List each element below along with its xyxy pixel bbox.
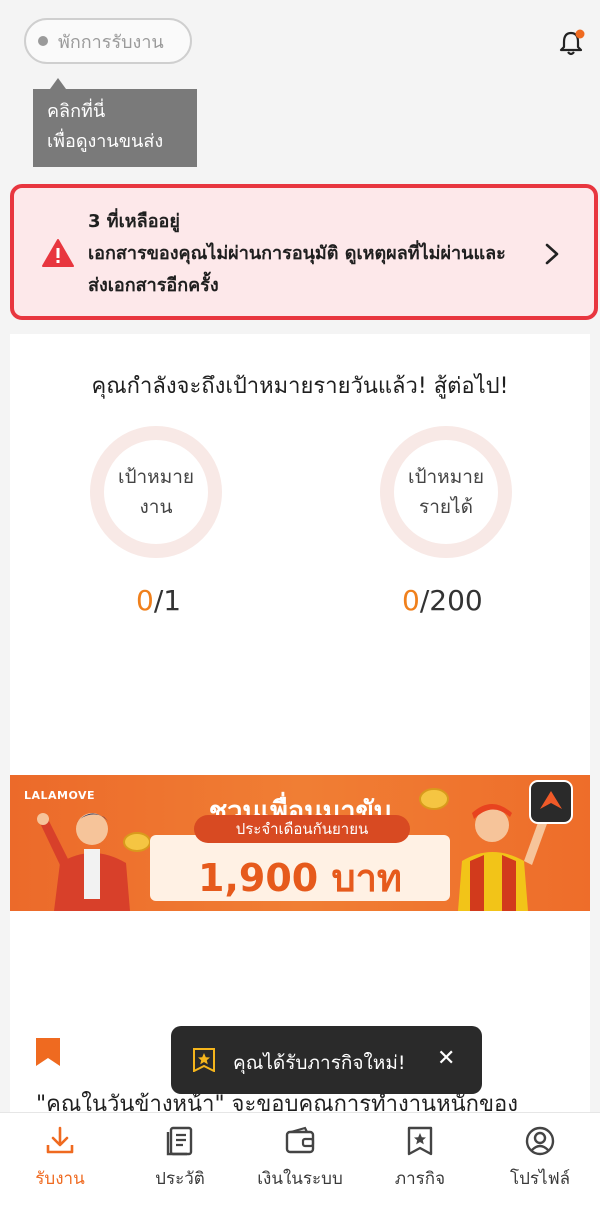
daily-goal-card: คุณกำลังจะถึงเป้าหมายรายวันแล้ว! สู้ต่อไ… xyxy=(10,334,590,1114)
income-goal-value: 0/200 xyxy=(402,584,483,617)
income-goal-current: 0 xyxy=(402,584,420,617)
availability-toggle[interactable]: พักการรับงาน xyxy=(24,18,192,64)
bottom-tab-bar: รับงาน ประวัติ เงินในระบบ ภารกิจ โปรไฟล์ xyxy=(0,1112,600,1205)
wallet-icon xyxy=(285,1126,315,1154)
tab-receive-jobs[interactable]: รับงาน xyxy=(0,1113,120,1205)
alert-body: เอกสารของคุณไม่ผ่านการอนุมัติ ดูเหตุผลที… xyxy=(88,243,506,296)
tooltip[interactable]: คลิกที่นี่ เพื่อดูงานขนส่ง xyxy=(33,89,197,167)
job-goal-ring: เป้าหมาย งาน xyxy=(90,426,222,558)
download-icon xyxy=(46,1126,74,1154)
job-goal-label-2: งาน xyxy=(139,496,173,518)
banner-subtitle: ประจำเดือนกันยายน xyxy=(194,815,410,843)
new-mission-toast[interactable]: คุณได้รับภารกิจใหม่! ✕ xyxy=(171,1026,482,1094)
tab-label: โปรไฟล์ xyxy=(509,1169,571,1189)
income-goal-ring: เป้าหมาย รายได้ xyxy=(380,426,512,558)
banner-amount: 1,900 บาท xyxy=(198,856,402,900)
income-goal-label-1: เป้าหมาย xyxy=(407,466,485,488)
referral-banner[interactable]: LALAMOVE ชวนเพื่อนมาขับ 1,900 บาท ประจำเ… xyxy=(10,775,590,911)
coin-icon xyxy=(123,832,151,852)
income-goal-label-2: รายได้ xyxy=(419,496,473,518)
job-goal-current: 0 xyxy=(136,584,154,617)
tooltip-line-1: คลิกที่นี่ xyxy=(47,101,106,122)
bookmark-icon xyxy=(36,1038,60,1066)
tooltip-line-2: เพื่อดูงานขนส่ง xyxy=(47,131,164,152)
alert-title: 3 ที่เหลืออยู่ xyxy=(88,211,180,232)
job-goal-value: 0/1 xyxy=(136,584,181,617)
tab-label: ประวัติ xyxy=(155,1169,205,1189)
bell-icon[interactable] xyxy=(556,28,586,58)
tab-wallet[interactable]: เงินในระบบ xyxy=(240,1113,360,1205)
tab-label: รับงาน xyxy=(35,1169,85,1189)
warning-icon xyxy=(42,239,74,267)
job-goal-label-1: เป้าหมาย xyxy=(117,466,195,488)
tab-label: เงินในระบบ xyxy=(257,1169,343,1189)
close-icon[interactable]: ✕ xyxy=(437,1046,455,1071)
toast-message: คุณได้รับภารกิจใหม่! xyxy=(233,1052,406,1074)
mission-icon xyxy=(407,1126,433,1156)
availability-label: พักการรับงาน xyxy=(58,31,164,53)
tab-label: ภารกิจ xyxy=(394,1169,446,1189)
job-goal-target: /1 xyxy=(153,584,182,617)
tab-profile[interactable]: โปรไฟล์ xyxy=(480,1113,600,1205)
tab-missions[interactable]: ภารกิจ xyxy=(360,1113,480,1205)
document-rejected-alert[interactable]: 3 ที่เหลืออยู่ เอกสารของคุณไม่ผ่านการอนุ… xyxy=(10,184,598,320)
profile-icon xyxy=(525,1126,555,1156)
goal-heading: คุณกำลังจะถึงเป้าหมายรายวันแล้ว! สู้ต่อไ… xyxy=(91,374,509,399)
tab-history[interactable]: ประวัติ xyxy=(120,1113,240,1205)
status-dot-icon xyxy=(38,36,48,46)
history-icon xyxy=(166,1126,193,1156)
chevron-right-icon xyxy=(545,243,559,265)
tooltip-arrow xyxy=(50,78,66,89)
mission-badge-icon xyxy=(193,1048,215,1072)
banner-amount-box: 1,900 บาท xyxy=(150,835,450,901)
income-goal-target: /200 xyxy=(419,584,483,617)
